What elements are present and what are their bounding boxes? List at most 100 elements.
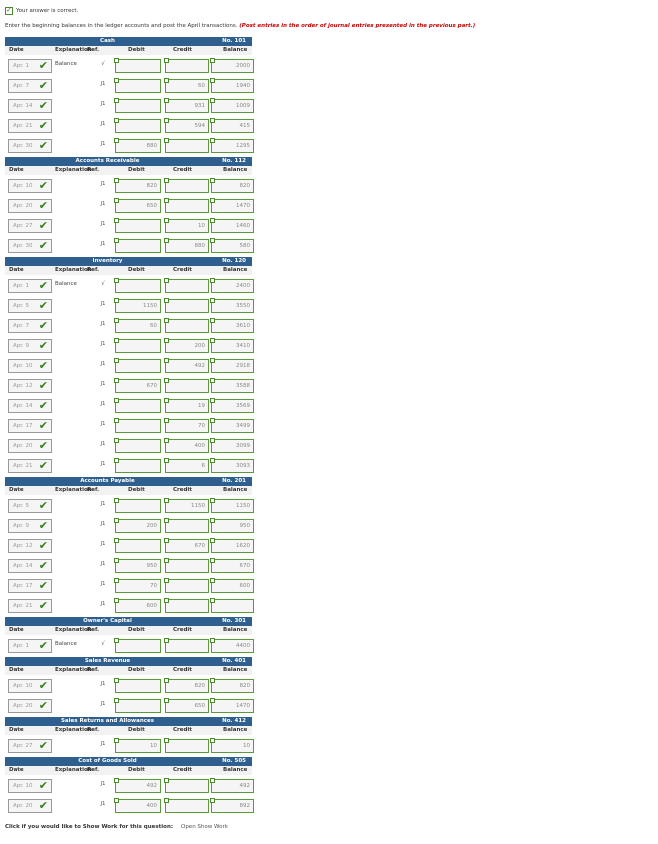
balance-input[interactable]: 3569	[210, 398, 254, 413]
credit-input[interactable]: 880	[164, 238, 209, 253]
credit-input[interactable]: 400	[164, 438, 209, 453]
debit-input[interactable]: 492	[114, 778, 161, 793]
balance-input[interactable]: 3093	[210, 458, 254, 473]
credit-input[interactable]: 19	[164, 398, 209, 413]
balance-input[interactable]: 892	[210, 798, 254, 813]
credit-input[interactable]: 670	[164, 538, 209, 553]
date-select[interactable]: Apr. 17 ✔	[8, 419, 52, 433]
debit-input[interactable]: 200	[114, 518, 161, 533]
credit-input[interactable]	[164, 738, 209, 753]
debit-input[interactable]	[114, 98, 161, 113]
balance-input[interactable]: 3410	[210, 338, 254, 353]
credit-input[interactable]: 200	[164, 338, 209, 353]
balance-input[interactable]: 670	[210, 558, 254, 573]
balance-input[interactable]: 1009	[210, 98, 254, 113]
balance-input[interactable]: 1150	[210, 498, 254, 513]
balance-input[interactable]: 2000	[210, 58, 254, 73]
credit-input[interactable]: 60	[164, 78, 209, 93]
credit-input[interactable]	[164, 318, 209, 333]
date-select[interactable]: Apr. 7 ✔	[8, 79, 52, 93]
debit-input[interactable]	[114, 538, 161, 553]
credit-input[interactable]: 820	[164, 678, 209, 693]
debit-input[interactable]	[114, 58, 161, 73]
balance-input[interactable]	[210, 598, 254, 613]
date-select[interactable]: Apr. 30 ✔	[8, 139, 52, 153]
debit-input[interactable]: 1150	[114, 298, 161, 313]
date-select[interactable]: Apr. 20 ✔	[8, 799, 52, 813]
credit-input[interactable]	[164, 378, 209, 393]
date-select[interactable]: Apr. 17 ✔	[8, 579, 52, 593]
debit-input[interactable]: 820	[114, 178, 161, 193]
credit-input[interactable]	[164, 778, 209, 793]
credit-input[interactable]	[164, 178, 209, 193]
date-select[interactable]: Apr. 20 ✔	[8, 199, 52, 213]
credit-input[interactable]	[164, 298, 209, 313]
open-show-work-link[interactable]: Open Show Work	[181, 824, 228, 830]
balance-input[interactable]: 3499	[210, 418, 254, 433]
date-select[interactable]: Apr. 9 ✔	[8, 339, 52, 353]
debit-input[interactable]	[114, 458, 161, 473]
credit-input[interactable]: 931	[164, 98, 209, 113]
date-select[interactable]: Apr. 21 ✔	[8, 119, 52, 133]
balance-input[interactable]: 1940	[210, 78, 254, 93]
debit-input[interactable]	[114, 238, 161, 253]
credit-input[interactable]	[164, 798, 209, 813]
balance-input[interactable]: 4400	[210, 638, 254, 653]
debit-input[interactable]	[114, 498, 161, 513]
date-select[interactable]: Apr. 1 ✔	[8, 639, 52, 653]
date-select[interactable]: Apr. 14 ✔	[8, 399, 52, 413]
balance-input[interactable]: 1295	[210, 138, 254, 153]
balance-input[interactable]: 1460	[210, 218, 254, 233]
debit-input[interactable]	[114, 278, 161, 293]
debit-input[interactable]	[114, 418, 161, 433]
date-select[interactable]: Apr. 5 ✔	[8, 299, 52, 313]
date-select[interactable]: Apr. 10 ✔	[8, 179, 52, 193]
balance-input[interactable]: 2400	[210, 278, 254, 293]
debit-input[interactable]: 650	[114, 198, 161, 213]
balance-input[interactable]: 600	[210, 578, 254, 593]
credit-input[interactable]	[164, 638, 209, 653]
debit-input[interactable]	[114, 118, 161, 133]
debit-input[interactable]	[114, 218, 161, 233]
credit-input[interactable]	[164, 578, 209, 593]
date-select[interactable]: Apr. 7 ✔	[8, 319, 52, 333]
balance-input[interactable]: 3610	[210, 318, 254, 333]
balance-input[interactable]: 3550	[210, 298, 254, 313]
date-select[interactable]: Apr. 21 ✔	[8, 459, 52, 473]
date-select[interactable]: Apr. 1 ✔	[8, 59, 52, 73]
date-select[interactable]: Apr. 21 ✔	[8, 599, 52, 613]
balance-input[interactable]: 820	[210, 678, 254, 693]
balance-input[interactable]: 1470	[210, 198, 254, 213]
date-select[interactable]: Apr. 27 ✔	[8, 739, 52, 753]
debit-input[interactable]: 60	[114, 318, 161, 333]
date-select[interactable]: Apr. 14 ✔	[8, 99, 52, 113]
credit-input[interactable]	[164, 558, 209, 573]
balance-input[interactable]: 580	[210, 238, 254, 253]
credit-input[interactable]	[164, 598, 209, 613]
credit-input[interactable]	[164, 58, 209, 73]
credit-input[interactable]: 70	[164, 418, 209, 433]
debit-input[interactable]: 10	[114, 738, 161, 753]
date-select[interactable]: Apr. 14 ✔	[8, 559, 52, 573]
credit-input[interactable]: 6	[164, 458, 209, 473]
balance-input[interactable]: 950	[210, 518, 254, 533]
date-select[interactable]: Apr. 12 ✔	[8, 539, 52, 553]
balance-input[interactable]: 820	[210, 178, 254, 193]
credit-input[interactable]: 594	[164, 118, 209, 133]
debit-input[interactable]: 70	[114, 578, 161, 593]
debit-input[interactable]	[114, 438, 161, 453]
debit-input[interactable]: 600	[114, 598, 161, 613]
debit-input[interactable]	[114, 338, 161, 353]
debit-input[interactable]	[114, 78, 161, 93]
balance-input[interactable]: 415	[210, 118, 254, 133]
debit-input[interactable]: 400	[114, 798, 161, 813]
balance-input[interactable]: 1470	[210, 698, 254, 713]
debit-input[interactable]	[114, 358, 161, 373]
debit-input[interactable]	[114, 638, 161, 653]
date-select[interactable]: Apr. 20 ✔	[8, 699, 52, 713]
debit-input[interactable]	[114, 398, 161, 413]
date-select[interactable]: Apr. 12 ✔	[8, 379, 52, 393]
balance-input[interactable]: 2918	[210, 358, 254, 373]
credit-input[interactable]	[164, 278, 209, 293]
date-select[interactable]: Apr. 9 ✔	[8, 519, 52, 533]
